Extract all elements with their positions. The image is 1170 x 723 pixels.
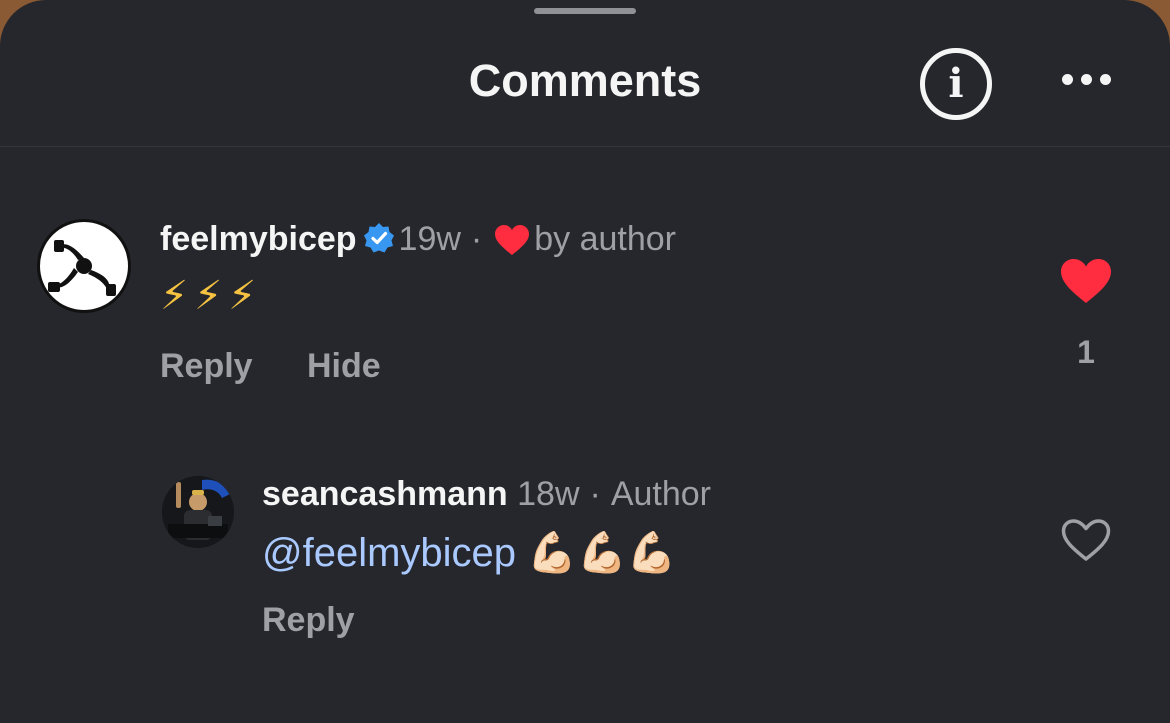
comment-text: @feelmybicep 💪🏻💪🏻💪🏻 <box>262 529 677 577</box>
reply-button[interactable]: Reply <box>262 600 355 640</box>
comment-emoji: 💪🏻💪🏻💪🏻 <box>527 531 677 575</box>
like-button-heart-icon[interactable] <box>1059 257 1113 305</box>
comments-header: Comments i <box>0 0 1170 147</box>
comment-time: 19w <box>398 220 461 258</box>
comment-header: seancashmann 18w · Author <box>262 474 711 514</box>
verified-badge-icon <box>363 223 394 253</box>
author-label: Author <box>610 475 712 513</box>
reply-button[interactable]: Reply <box>160 346 253 386</box>
comments-sheet: Comments i feelmybicep 19w · by author ⚡… <box>0 0 1170 723</box>
info-button[interactable]: i <box>920 48 992 120</box>
comment-username[interactable]: feelmybicep <box>160 220 357 258</box>
avatar[interactable] <box>37 219 131 313</box>
profile-photo <box>162 476 234 548</box>
comment-time: 18w <box>517 475 580 513</box>
info-circle-icon: i <box>948 60 964 107</box>
like-button-heart-outline-icon[interactable] <box>1060 517 1112 563</box>
comment-text: ⚡⚡⚡ <box>160 274 263 318</box>
meta-separator: · <box>470 220 483 258</box>
more-options-button[interactable] <box>1058 68 1114 92</box>
meta-separator: · <box>589 475 601 513</box>
avatar[interactable] <box>162 476 234 548</box>
liked-by-author-label: by author <box>534 220 676 258</box>
mention-link[interactable]: @feelmybicep <box>262 531 516 575</box>
more-horizontal-icon <box>1100 74 1111 85</box>
hide-button[interactable]: Hide <box>307 346 381 386</box>
like-count[interactable]: 1 <box>1056 333 1116 371</box>
more-horizontal-icon <box>1062 74 1073 85</box>
brand-logo-icon <box>48 240 116 296</box>
page-title: Comments <box>468 55 702 106</box>
heart-icon <box>495 225 530 255</box>
more-horizontal-icon <box>1081 74 1092 85</box>
comment-username[interactable]: seancashmann <box>262 475 508 513</box>
comment-header: feelmybicep 19w · by author <box>160 219 676 259</box>
